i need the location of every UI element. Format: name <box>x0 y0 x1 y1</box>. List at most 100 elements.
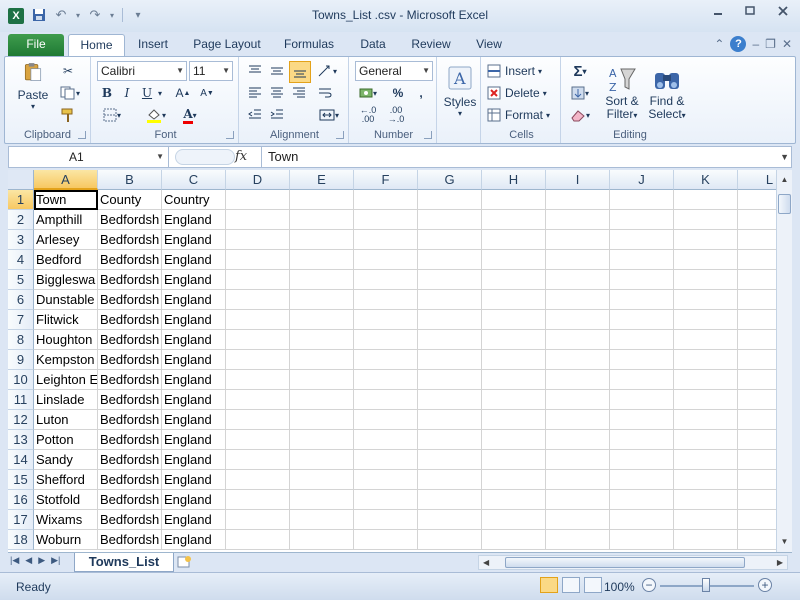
cell-g14[interactable] <box>418 450 482 470</box>
page-break-view-icon[interactable] <box>584 577 602 593</box>
align-center-icon[interactable] <box>267 83 287 103</box>
cell-a10[interactable]: Leighton E <box>34 370 98 390</box>
cell-k7[interactable] <box>674 310 738 330</box>
autosum-button[interactable]: Σ ▾ <box>567 61 593 81</box>
horizontal-scroll-thumb[interactable] <box>505 557 745 568</box>
cell-f10[interactable] <box>354 370 418 390</box>
font-size-combo[interactable]: 11 ▼ <box>189 61 233 81</box>
cell-l10[interactable] <box>738 370 776 390</box>
bold-button[interactable]: B <box>99 83 115 103</box>
tab-review[interactable]: Review <box>404 34 458 56</box>
fill-color-icon[interactable]: ▾ <box>141 105 171 125</box>
select-all-button[interactable] <box>8 170 34 190</box>
cell-g3[interactable] <box>418 230 482 250</box>
decrease-decimal-icon[interactable]: .00 →.0 <box>383 105 409 125</box>
cell-b6[interactable]: Bedfordsh <box>98 290 162 310</box>
cell-b16[interactable]: Bedfordsh <box>98 490 162 510</box>
row-header[interactable]: 6 <box>8 290 34 310</box>
cell-b9[interactable]: Bedfordsh <box>98 350 162 370</box>
cell-d11[interactable] <box>226 390 290 410</box>
column-header-c[interactable]: C <box>162 170 226 190</box>
cell-f3[interactable] <box>354 230 418 250</box>
cell-j2[interactable] <box>610 210 674 230</box>
tab-formulas[interactable]: Formulas <box>276 34 342 56</box>
cell-d3[interactable] <box>226 230 290 250</box>
prev-sheet-icon[interactable]: ◀ <box>25 555 32 566</box>
cell-e8[interactable] <box>290 330 354 350</box>
cell-h2[interactable] <box>482 210 546 230</box>
row-header[interactable]: 14 <box>8 450 34 470</box>
cell-k9[interactable] <box>674 350 738 370</box>
cut-icon[interactable]: ✂ <box>57 61 79 81</box>
cell-f18[interactable] <box>354 530 418 550</box>
row-header[interactable]: 7 <box>8 310 34 330</box>
cell-k2[interactable] <box>674 210 738 230</box>
cell-b5[interactable]: Bedfordsh <box>98 270 162 290</box>
cell-l15[interactable] <box>738 470 776 490</box>
cell-c14[interactable]: England <box>162 450 226 470</box>
cell-c15[interactable]: England <box>162 470 226 490</box>
cell-k3[interactable] <box>674 230 738 250</box>
cell-d15[interactable] <box>226 470 290 490</box>
close-button[interactable] <box>766 0 800 22</box>
cell-e18[interactable] <box>290 530 354 550</box>
cell-k10[interactable] <box>674 370 738 390</box>
cell-a12[interactable]: Luton <box>34 410 98 430</box>
cell-b10[interactable]: Bedfordsh <box>98 370 162 390</box>
cell-b12[interactable]: Bedfordsh <box>98 410 162 430</box>
cell-j10[interactable] <box>610 370 674 390</box>
cell-h16[interactable] <box>482 490 546 510</box>
cell-l3[interactable] <box>738 230 776 250</box>
vertical-scrollbar[interactable]: ▲ ▼ <box>776 170 792 552</box>
cell-b7[interactable]: Bedfordsh <box>98 310 162 330</box>
last-sheet-icon[interactable]: ▶| <box>51 555 60 566</box>
cell-e14[interactable] <box>290 450 354 470</box>
cell-j13[interactable] <box>610 430 674 450</box>
cell-g12[interactable] <box>418 410 482 430</box>
cell-i18[interactable] <box>546 530 610 550</box>
column-header-h[interactable]: H <box>482 170 546 190</box>
cell-e9[interactable] <box>290 350 354 370</box>
help-icon[interactable]: ? <box>730 36 747 52</box>
cell-i14[interactable] <box>546 450 610 470</box>
cell-i17[interactable] <box>546 510 610 530</box>
scroll-up-icon[interactable]: ▲ <box>777 172 792 188</box>
row-header[interactable]: 11 <box>8 390 34 410</box>
number-launcher-icon[interactable] <box>424 131 432 139</box>
formula-bar-resize-handle[interactable] <box>175 149 235 165</box>
cell-j5[interactable] <box>610 270 674 290</box>
cell-k6[interactable] <box>674 290 738 310</box>
cell-e15[interactable] <box>290 470 354 490</box>
orientation-icon[interactable]: ▾ <box>315 61 339 81</box>
row-header[interactable]: 8 <box>8 330 34 350</box>
cell-f17[interactable] <box>354 510 418 530</box>
cell-i2[interactable] <box>546 210 610 230</box>
cell-a17[interactable]: Wixams <box>34 510 98 530</box>
cell-l17[interactable] <box>738 510 776 530</box>
row-header[interactable]: 12 <box>8 410 34 430</box>
borders-icon[interactable]: ▾ <box>99 105 125 125</box>
cell-a14[interactable]: Sandy <box>34 450 98 470</box>
row-header[interactable]: 3 <box>8 230 34 250</box>
cell-j14[interactable] <box>610 450 674 470</box>
column-header-b[interactable]: B <box>98 170 162 190</box>
cell-b3[interactable]: Bedfordsh <box>98 230 162 250</box>
cell-g10[interactable] <box>418 370 482 390</box>
minimize-button[interactable] <box>702 0 734 22</box>
comma-button[interactable]: , <box>413 83 429 103</box>
cell-f11[interactable] <box>354 390 418 410</box>
cell-g5[interactable] <box>418 270 482 290</box>
currency-button[interactable]: ▾ <box>355 83 381 103</box>
top-align-icon[interactable] <box>245 61 265 81</box>
name-box[interactable]: A1 ▼ <box>9 147 169 167</box>
find-select-button[interactable]: Find & Select▾ <box>645 61 689 125</box>
cell-h5[interactable] <box>482 270 546 290</box>
cell-a11[interactable]: Linslade <box>34 390 98 410</box>
cell-a2[interactable]: Ampthill <box>34 210 98 230</box>
column-header-d[interactable]: D <box>226 170 290 190</box>
normal-view-icon[interactable] <box>540 577 558 593</box>
cell-h17[interactable] <box>482 510 546 530</box>
cell-d5[interactable] <box>226 270 290 290</box>
align-right-icon[interactable] <box>289 83 309 103</box>
cell-l9[interactable] <box>738 350 776 370</box>
